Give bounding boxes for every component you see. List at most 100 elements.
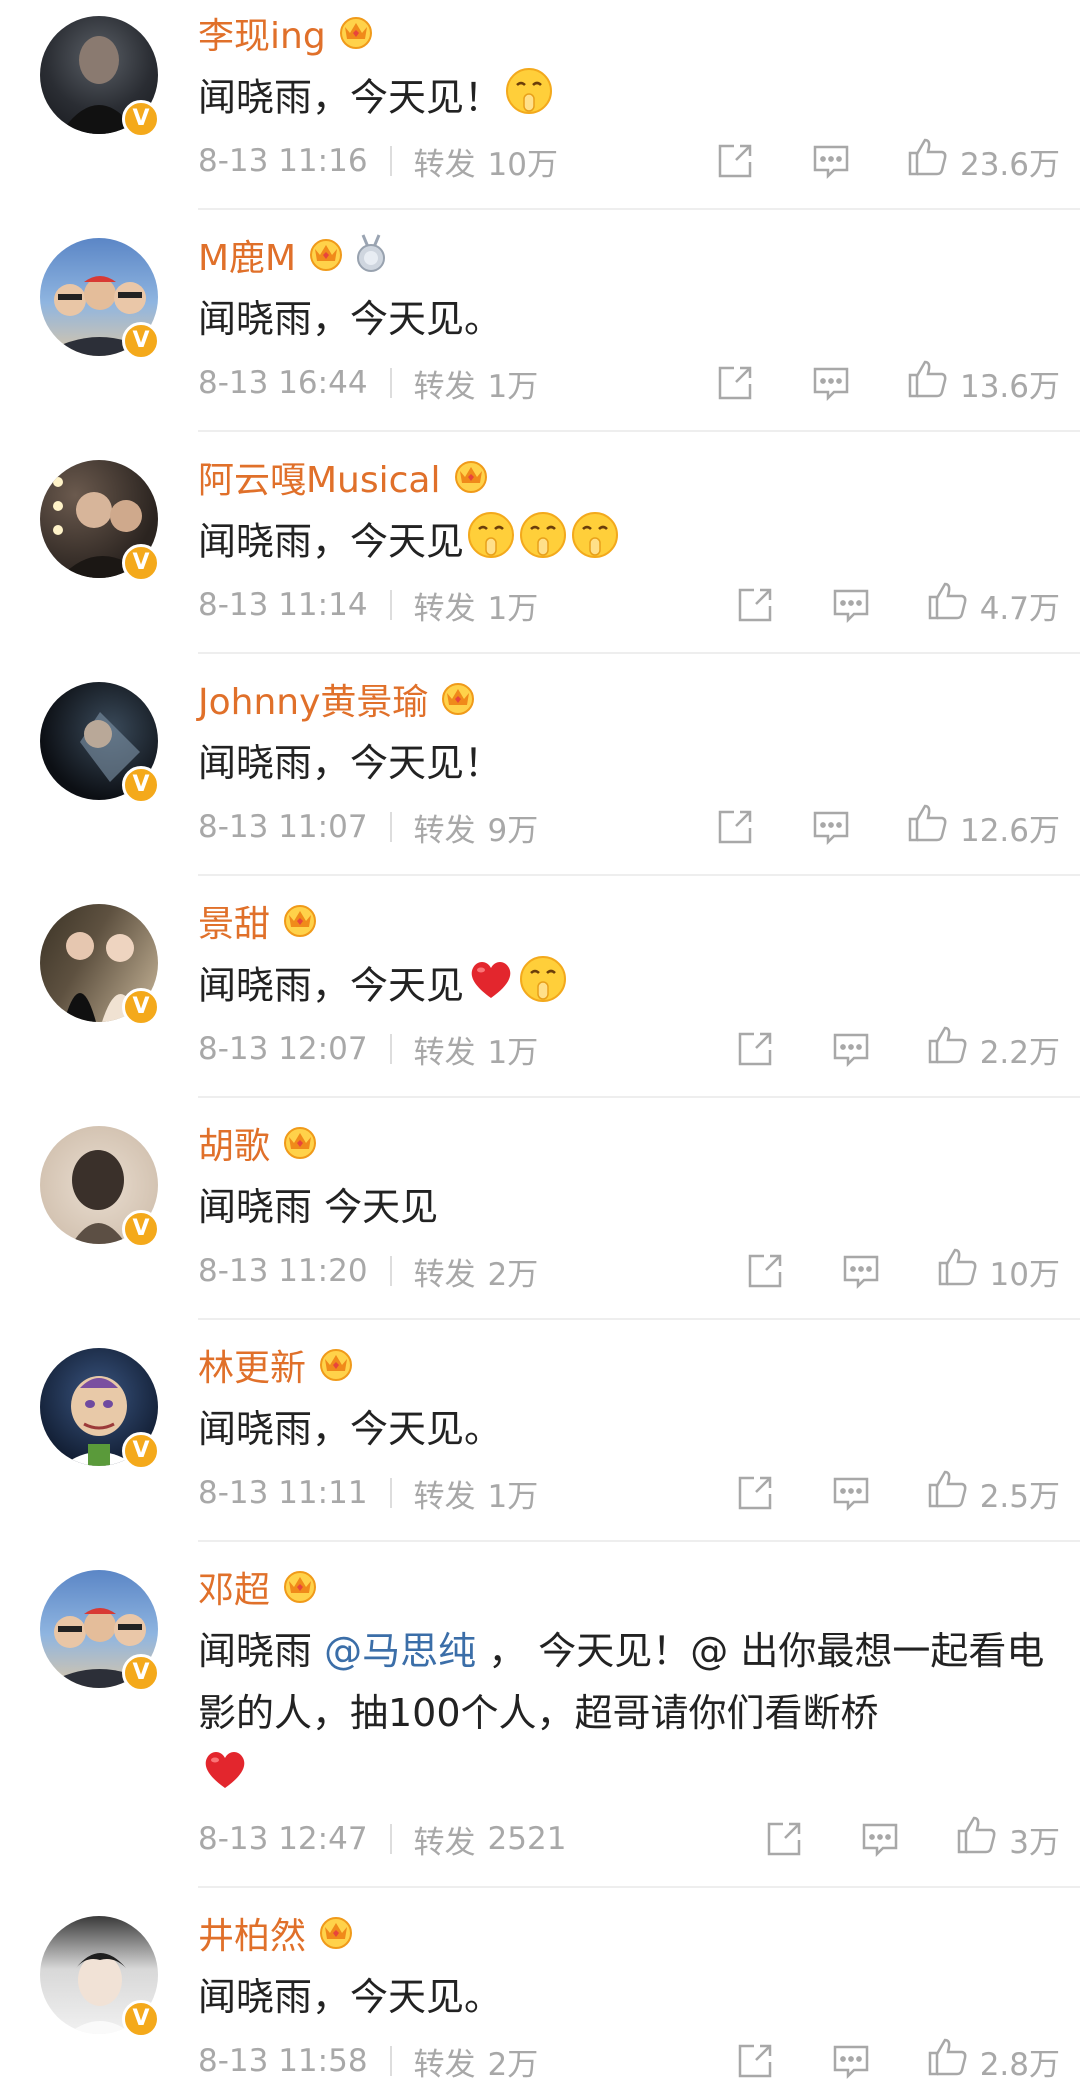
comment-icon[interactable] — [810, 140, 852, 182]
like-count: 23.6万 — [959, 146, 1060, 183]
verified-badge-icon: V — [122, 544, 160, 582]
divider — [198, 652, 1080, 654]
comment-icon[interactable] — [830, 584, 872, 626]
repost-count: 1万 — [487, 1034, 539, 1071]
share-icon[interactable] — [734, 584, 776, 626]
comment-icon[interactable] — [830, 1472, 872, 1514]
repost-count: 2521 — [487, 1821, 567, 1857]
share-icon[interactable] — [744, 1250, 786, 1292]
thumbs-up-icon — [906, 801, 950, 853]
verified-badge-icon: V — [122, 100, 160, 138]
verified-badge-icon: V — [122, 766, 160, 804]
avatar[interactable]: V — [40, 1916, 160, 2038]
divider — [198, 874, 1080, 876]
share-icon[interactable] — [734, 2040, 776, 2082]
thumbs-up-icon — [936, 1245, 980, 1297]
red-heart-emoji-icon — [466, 954, 516, 1022]
like-button[interactable]: 4.7万 — [926, 579, 1060, 631]
like-count: 2.8万 — [979, 2046, 1060, 2083]
shush-face-emoji-icon — [518, 510, 568, 578]
like-button[interactable]: 3万 — [955, 1813, 1060, 1865]
share-icon[interactable] — [714, 140, 756, 182]
username[interactable]: 邓超 — [198, 1561, 270, 1613]
repost-label: 转发 — [413, 1256, 476, 1293]
shush-face-emoji-icon — [570, 510, 620, 578]
avatar[interactable]: V — [40, 1570, 160, 1692]
like-button[interactable]: 2.8万 — [926, 2035, 1060, 2087]
repost-count: 2万 — [487, 2046, 539, 2083]
crown-badge-icon — [280, 1121, 320, 1165]
like-button[interactable]: 12.6万 — [906, 801, 1060, 853]
divider — [389, 146, 392, 176]
verified-badge-icon: V — [122, 1210, 160, 1248]
verified-badge-icon: V — [122, 1432, 160, 1470]
thumbs-up-icon — [926, 579, 970, 631]
crown-badge-icon — [280, 1565, 320, 1609]
crown-badge-icon — [336, 11, 376, 55]
divider — [389, 1478, 392, 1508]
comment-icon[interactable] — [830, 1028, 872, 1070]
like-button[interactable]: 23.6万 — [906, 135, 1060, 187]
comment-text: 闻晓雨，今天见 — [198, 963, 465, 1008]
divider — [389, 590, 392, 620]
like-button[interactable]: 13.6万 — [906, 357, 1060, 409]
share-icon[interactable] — [714, 806, 756, 848]
repost-count: 1万 — [487, 590, 539, 627]
repost-label: 转发 — [413, 1034, 476, 1071]
divider — [198, 1886, 1080, 1888]
mention-link[interactable]: @马思纯 — [324, 1629, 476, 1673]
share-icon[interactable] — [734, 1028, 776, 1070]
like-button[interactable]: 2.5万 — [926, 1467, 1060, 1519]
avatar[interactable]: V — [40, 16, 160, 138]
shush-face-emoji-icon — [466, 510, 516, 578]
avatar[interactable]: V — [40, 460, 160, 582]
username[interactable]: 井柏然 — [198, 1907, 306, 1959]
avatar[interactable]: V — [40, 238, 160, 360]
comment-icon[interactable] — [830, 2040, 872, 2082]
red-heart-emoji-icon — [200, 1744, 250, 1812]
like-count: 2.5万 — [979, 1478, 1060, 1515]
username[interactable]: M鹿M — [198, 229, 296, 281]
username[interactable]: 景甜 — [198, 895, 270, 947]
comment-icon[interactable] — [859, 1818, 901, 1860]
comment-text: 闻晓雨，今天见。 — [198, 1407, 503, 1451]
avatar[interactable]: V — [40, 1126, 160, 1248]
thumbs-up-icon — [926, 1467, 970, 1519]
share-icon[interactable] — [734, 1472, 776, 1514]
avatar[interactable]: V — [40, 1348, 160, 1470]
share-icon[interactable] — [714, 362, 756, 404]
divider — [198, 430, 1080, 432]
crown-badge-icon — [316, 1911, 356, 1955]
repost-label: 转发 — [413, 146, 476, 183]
repost-count: 1万 — [487, 368, 539, 405]
divider — [198, 1318, 1080, 1320]
like-count: 10万 — [989, 1256, 1060, 1293]
username[interactable]: 李现ing — [198, 7, 326, 59]
comment-icon[interactable] — [810, 806, 852, 848]
username[interactable]: 胡歌 — [198, 1117, 270, 1169]
verified-badge-icon: V — [122, 2000, 160, 2038]
like-count: 12.6万 — [959, 812, 1060, 849]
comment-icon[interactable] — [840, 1250, 882, 1292]
divider — [389, 1034, 392, 1064]
thumbs-up-icon — [906, 135, 950, 187]
avatar[interactable]: V — [40, 904, 160, 1026]
comment-text: 闻晓雨，今天见。 — [198, 1975, 503, 2019]
avatar[interactable]: V — [40, 682, 160, 804]
share-icon[interactable] — [763, 1818, 805, 1860]
crown-badge-icon — [316, 1343, 356, 1387]
like-button[interactable]: 10万 — [936, 1245, 1060, 1297]
comment-text: 闻晓雨，今天见 — [198, 519, 465, 564]
comment-time: 8-13 11:20 — [198, 1253, 368, 1289]
username[interactable]: Johnny黄景瑜 — [198, 673, 428, 725]
username[interactable]: 阿云嘎Musical — [198, 451, 441, 503]
comment-icon[interactable] — [810, 362, 852, 404]
repost-label: 转发 — [413, 590, 476, 627]
like-count: 3万 — [1009, 1824, 1060, 1861]
like-button[interactable]: 2.2万 — [926, 1023, 1060, 1075]
like-count: 4.7万 — [979, 590, 1060, 627]
medal-badge-icon — [352, 233, 390, 277]
verified-badge-icon: V — [122, 322, 160, 360]
username[interactable]: 林更新 — [198, 1339, 306, 1391]
crown-badge-icon — [280, 899, 320, 943]
